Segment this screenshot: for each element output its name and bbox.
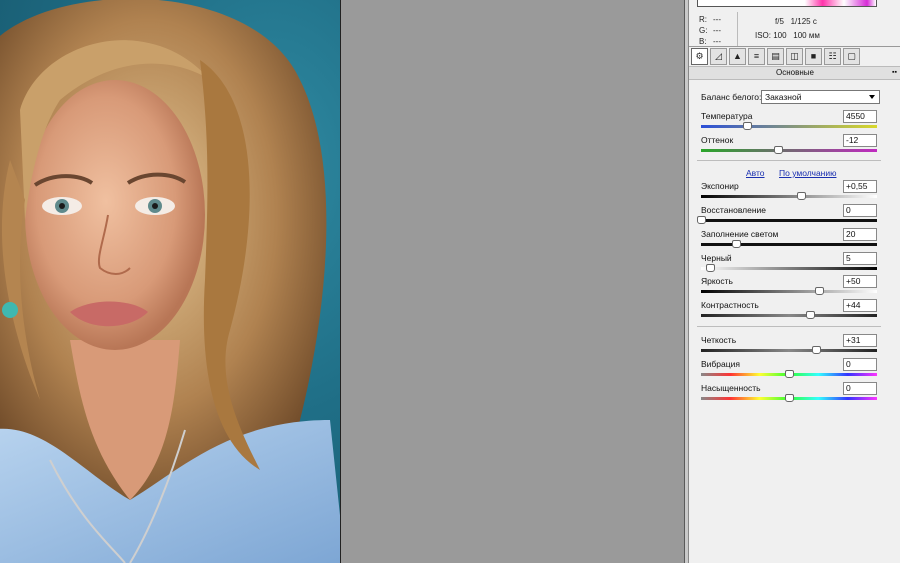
section-title: Основные ▪▪ — [689, 66, 900, 80]
clarity-slider-thumb[interactable] — [812, 346, 822, 354]
detail-tab-icon[interactable]: ▲ — [729, 48, 746, 65]
brightness-label: Яркость — [701, 276, 733, 286]
recovery-input[interactable]: 0 — [843, 204, 877, 217]
white-balance-row: Баланс белого: Заказной — [701, 90, 880, 104]
info-bottom-border — [689, 46, 900, 47]
calibration-tab-icon[interactable]: ☷ — [824, 48, 841, 65]
blacks-row: Черный 5 — [701, 252, 877, 274]
focal-length: 100 мм — [793, 31, 820, 40]
recovery-row: Восстановление 0 — [697, 204, 877, 226]
blacks-label: Черный — [701, 253, 732, 263]
contrast-input[interactable]: +44 — [843, 299, 877, 312]
clarity-row: Четкость +31 — [701, 334, 877, 356]
image-preview[interactable] — [0, 0, 340, 563]
exposure-input[interactable]: +0,55 — [843, 180, 877, 193]
tone-curve-tab-icon[interactable]: ◿ — [710, 48, 727, 65]
r-label: R: — [699, 15, 707, 24]
blacks-input[interactable]: 5 — [843, 252, 877, 265]
g-label: G: — [699, 26, 708, 35]
contrast-label: Контрастность — [701, 300, 759, 310]
panel-menu-icon[interactable]: ▪▪ — [892, 67, 897, 79]
adjustments-panel: R: --- G: --- B: --- f/5 1/125 с ISO: 100 1… — [688, 0, 900, 563]
rgb-readout: R: --- G: --- B: --- — [699, 14, 727, 47]
contrast-row: Контрастность +44 — [701, 299, 877, 321]
blacks-slider-track[interactable] — [701, 267, 877, 270]
iso: ISO: 100 — [755, 31, 787, 40]
auto-link[interactable]: Авто — [746, 168, 765, 178]
section-title-text: Основные — [776, 68, 814, 77]
contrast-slider-track[interactable] — [701, 314, 877, 317]
saturation-slider-thumb[interactable] — [785, 394, 794, 402]
lens-tab-icon[interactable]: ◫ — [786, 48, 803, 65]
brightness-slider-thumb[interactable] — [814, 287, 824, 295]
temperature-row: Температура 4550 — [701, 110, 877, 132]
recovery-slider-thumb[interactable] — [697, 216, 706, 224]
canvas-background — [340, 0, 685, 563]
default-link[interactable]: По умолчанию — [779, 168, 836, 178]
tint-input[interactable]: -12 — [843, 134, 877, 147]
fill-light-row: Заполнение светом 20 — [701, 228, 877, 250]
white-balance-select[interactable]: Заказной — [761, 90, 880, 104]
fill-light-label: Заполнение светом — [701, 229, 779, 239]
fill-light-slider-track[interactable] — [701, 243, 877, 246]
blacks-slider-thumb[interactable] — [705, 264, 715, 272]
temperature-slider-track[interactable] — [701, 125, 877, 128]
tint-label: Оттенок — [701, 135, 734, 145]
chevron-down-icon — [869, 95, 875, 99]
clarity-slider-track[interactable] — [701, 349, 877, 352]
exposure-slider-thumb[interactable] — [797, 192, 807, 200]
temperature-slider-thumb[interactable] — [742, 122, 752, 130]
recovery-slider-track[interactable] — [701, 219, 877, 222]
info-separator — [737, 12, 738, 46]
separator-2 — [697, 326, 881, 327]
basic-tab-icon[interactable]: ⚙ — [691, 48, 708, 65]
r-value: --- — [713, 15, 721, 24]
fill-light-input[interactable]: 20 — [843, 228, 877, 241]
split-toning-tab-icon[interactable]: ▤ — [767, 48, 784, 65]
vibrance-input[interactable]: 0 — [843, 358, 877, 371]
recovery-label: Восстановление — [701, 205, 767, 215]
vibrance-label: Вибрация — [701, 359, 740, 369]
exposure-label: Экспонир — [701, 181, 739, 191]
histogram — [697, 0, 877, 7]
exif-info: f/5 1/125 с ISO: 100 100 мм — [755, 15, 820, 43]
brightness-input[interactable]: +50 — [843, 275, 877, 288]
saturation-row: Насыщенность 0 — [701, 382, 877, 404]
aperture: f/5 — [775, 17, 784, 26]
clarity-label: Четкость — [701, 335, 737, 345]
tint-row: Оттенок -12 — [701, 134, 877, 156]
g-value: --- — [713, 26, 721, 35]
white-balance-value: Заказной — [765, 92, 802, 102]
separator-1 — [697, 160, 881, 161]
exposure-row: Экспонир +0,55 — [701, 180, 877, 202]
vibrance-row: Вибрация 0 — [701, 358, 877, 380]
white-balance-label: Баланс белого: — [701, 92, 762, 102]
exposure-slider-track[interactable] — [701, 195, 877, 198]
shutter-speed: 1/125 с — [790, 17, 817, 26]
effects-tab-icon[interactable]: ■ — [805, 48, 822, 65]
vibrance-slider-thumb[interactable] — [785, 370, 794, 378]
temperature-input[interactable]: 4550 — [843, 110, 877, 123]
saturation-input[interactable]: 0 — [843, 382, 877, 395]
brightness-slider-track[interactable] — [701, 290, 877, 293]
clarity-input[interactable]: +31 — [843, 334, 877, 347]
contrast-slider-thumb[interactable] — [806, 311, 816, 319]
temperature-label: Температура — [701, 111, 753, 121]
saturation-label: Насыщенность — [701, 383, 761, 393]
tint-slider-track[interactable] — [701, 149, 877, 152]
fill-light-slider-thumb[interactable] — [732, 240, 742, 248]
hsl-tab-icon[interactable]: ≡ — [748, 48, 765, 65]
portrait-photo — [0, 0, 340, 563]
tint-slider-thumb[interactable] — [774, 146, 784, 154]
presets-tab-icon[interactable]: ▢ — [843, 48, 860, 65]
brightness-row: Яркость +50 — [701, 275, 877, 297]
panel-tabs: ⚙ ◿ ▲ ≡ ▤ ◫ ■ ☷ ▢ — [691, 48, 862, 65]
